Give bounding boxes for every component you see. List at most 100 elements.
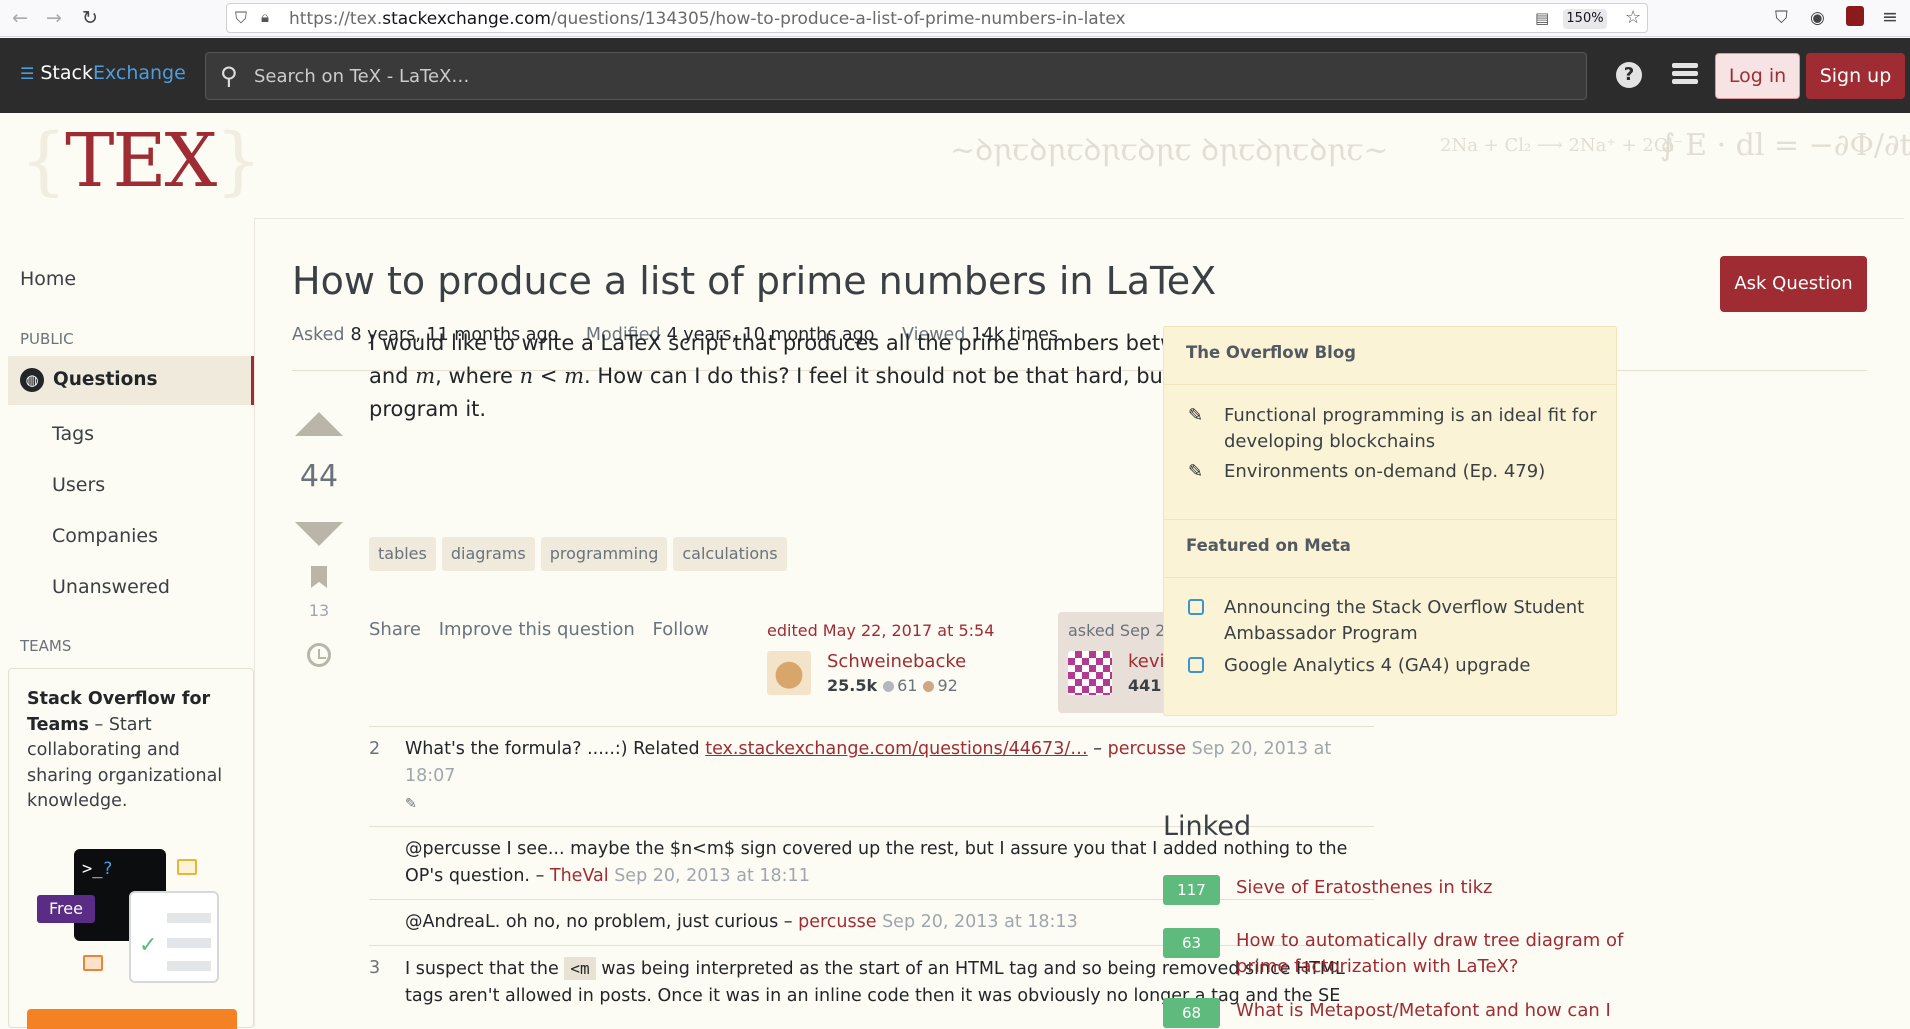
comment-date[interactable]: Sep 20, 2013 at 18:13 [877, 912, 1078, 932]
bookmark-icon[interactable] [311, 566, 327, 588]
forward-icon[interactable]: → [42, 6, 66, 30]
bronze-badge-icon [923, 681, 935, 692]
meta-item[interactable]: Announcing the Stack Overflow Student Am… [1224, 595, 1604, 646]
reader-icon[interactable]: ▤ [1535, 9, 1549, 27]
search-icon: ⚲ [220, 62, 238, 90]
address-bar[interactable]: ⛉ 🔒︎ https://tex.stackexchange.com/quest… [226, 3, 1648, 33]
improve-link[interactable]: Improve this question [439, 619, 635, 640]
editor-avatar[interactable] [767, 651, 811, 695]
shield-icon[interactable]: ⛉ [235, 8, 247, 28]
comment-user[interactable]: TheVal [550, 866, 609, 886]
bookmark-count: 13 [308, 601, 330, 620]
editor-name[interactable]: Schweinebacke [827, 651, 966, 672]
star-icon[interactable]: ☆ [1625, 7, 1641, 28]
ask-question-button[interactable]: Ask Question [1720, 256, 1867, 312]
ublock-icon[interactable] [1846, 6, 1864, 26]
sidebar-section-public: PUBLIC [20, 330, 74, 348]
chat-icon [1188, 657, 1204, 673]
globe-icon: ◍ [20, 368, 44, 392]
tag-calculations[interactable]: calculations [673, 537, 787, 571]
editor-card: edited May 22, 2017 at 5:54 Schweineback… [767, 621, 1002, 695]
sidebar-item-home[interactable]: Home [20, 268, 76, 290]
linked-question[interactable]: What is Metapost/Metafont and how can I [1236, 998, 1626, 1024]
pocket-icon[interactable]: ⛉ [1775, 8, 1788, 28]
linked-score[interactable]: 117 [1163, 875, 1220, 905]
tag-tables[interactable]: tables [369, 537, 436, 571]
chat-icon [1188, 599, 1204, 615]
tag-diagrams[interactable]: diagrams [441, 537, 535, 571]
menu-icon[interactable]: ≡ [1882, 6, 1898, 28]
decorative-script: ~ꝺꞃꞇꝺꞃꞇꝺꞃꞇꝺꞃꞇ ꝺꞃꞇꝺꞃꞇꝺꞃꞇ~ [950, 133, 1389, 168]
checklist-icon: ✓ [129, 891, 219, 983]
asker-avatar[interactable] [1068, 651, 1112, 695]
comment-date[interactable]: Sep 20, 2013 at 18:11 [609, 866, 810, 886]
comment: @AndreaL. oh no, no problem, just curiou… [369, 900, 1374, 946]
tag-programming[interactable]: programming [540, 537, 668, 571]
comment-score: 3 [369, 958, 381, 978]
comment-user[interactable]: percusse [1108, 739, 1186, 759]
sidebar-item-label: Questions [53, 369, 158, 390]
create-team-button[interactable] [27, 1009, 237, 1029]
login-button[interactable]: Log in [1715, 53, 1800, 99]
edit-pencil-icon[interactable]: ✎ [405, 791, 419, 812]
comment-link[interactable]: tex.stackexchange.com/questions/44673/… [705, 739, 1088, 759]
meta-item[interactable]: Google Analytics 4 (GA4) upgrade [1224, 653, 1604, 679]
reload-icon[interactable]: ↻ [78, 6, 102, 30]
tag-list: tables diagrams programming calculations [369, 537, 793, 571]
back-icon[interactable]: ← [8, 6, 32, 30]
linked-score[interactable]: 68 [1163, 998, 1220, 1028]
meta-heading: Featured on Meta [1164, 519, 1616, 578]
pencil-icon: ✎ [1188, 405, 1204, 426]
sidebar-item-users[interactable]: Users [52, 474, 105, 496]
comment-user[interactable]: percusse [798, 912, 876, 932]
pencil-icon: ✎ [1188, 461, 1204, 482]
zoom-level[interactable]: 150% [1563, 9, 1607, 29]
history-icon[interactable] [307, 643, 331, 667]
chat-bubble-icon [177, 859, 197, 875]
blog-heading: The Overflow Blog [1164, 326, 1616, 385]
sidebar-item-tags[interactable]: Tags [52, 423, 94, 445]
sidebar-item-companies[interactable]: Companies [52, 525, 158, 547]
blog-item[interactable]: Environments on-demand (Ep. 479) [1224, 459, 1604, 485]
browser-toolbar: ← → ↻ ⛉ 🔒︎ https://tex.stackexchange.com… [0, 0, 1910, 37]
teams-promo: Stack Overflow for Teams – Start collabo… [8, 668, 254, 1029]
signup-button[interactable]: Sign up [1806, 53, 1905, 99]
share-link[interactable]: Share [369, 619, 421, 640]
editor-reputation: 25.5k 61 92 [827, 676, 958, 695]
follow-link[interactable]: Follow [653, 619, 709, 640]
site-topbar: ☰ StackExchange ⚲ Search on TeX - LaTeX… … [0, 38, 1910, 113]
vote-count: 44 [299, 459, 339, 494]
linked-heading: Linked [1163, 811, 1252, 842]
lock-icon[interactable]: 🔒︎ [261, 8, 269, 26]
linked-score[interactable]: 63 [1163, 928, 1220, 958]
upvote-icon[interactable] [295, 412, 343, 436]
overflow-blog-widget: The Overflow Blog ✎ Functional programmi… [1163, 326, 1617, 716]
silver-badge-icon [883, 681, 895, 692]
extension-icon[interactable]: ◉ [1810, 8, 1825, 28]
downvote-icon[interactable] [295, 522, 343, 546]
stack-icon: ☰ [20, 64, 35, 83]
decorative-integral: ∮ E · dl = −∂Φ/∂t [1660, 128, 1910, 163]
help-icon[interactable]: ? [1616, 62, 1642, 88]
tex-site-logo[interactable]: {TEX} [20, 118, 262, 204]
linked-question[interactable]: Sieve of Eratosthenes in tikz [1236, 875, 1626, 901]
edited-timestamp[interactable]: edited May 22, 2017 at 5:54 [767, 621, 1002, 640]
main-content: How to produce a list of prime numbers i… [254, 218, 1904, 1028]
url-text[interactable]: https://tex.stackexchange.com/questions/… [289, 9, 1126, 29]
comment: 3 I suspect that the <m was being interp… [369, 946, 1374, 1019]
sidebar-item-questions[interactable]: ◍ Questions [8, 356, 254, 405]
decorative-formula: 2Na + Cl₂ ⟶ 2Na⁺ + 2Cl⁻ [1440, 135, 1683, 156]
post-actions: Share Improve this question Follow [369, 619, 721, 640]
sidebar-item-unanswered[interactable]: Unanswered [52, 576, 170, 598]
linked-question[interactable]: How to automatically draw tree diagram o… [1236, 928, 1626, 980]
comment-list: 2 What's the formula? .....:) Related te… [369, 726, 1374, 1019]
search-input[interactable]: ⚲ Search on TeX - LaTeX… [205, 52, 1587, 100]
sidebar-section-teams: TEAMS [20, 637, 72, 655]
site-switcher-icon[interactable] [1672, 63, 1698, 87]
blog-item[interactable]: Functional programming is an ideal fit f… [1224, 403, 1604, 454]
stackexchange-logo[interactable]: ☰ StackExchange [20, 62, 186, 84]
free-badge: Free [37, 895, 95, 923]
chat-bubble-icon [83, 955, 103, 971]
search-placeholder: Search on TeX - LaTeX… [254, 66, 470, 87]
question-title[interactable]: How to produce a list of prime numbers i… [292, 259, 1216, 303]
